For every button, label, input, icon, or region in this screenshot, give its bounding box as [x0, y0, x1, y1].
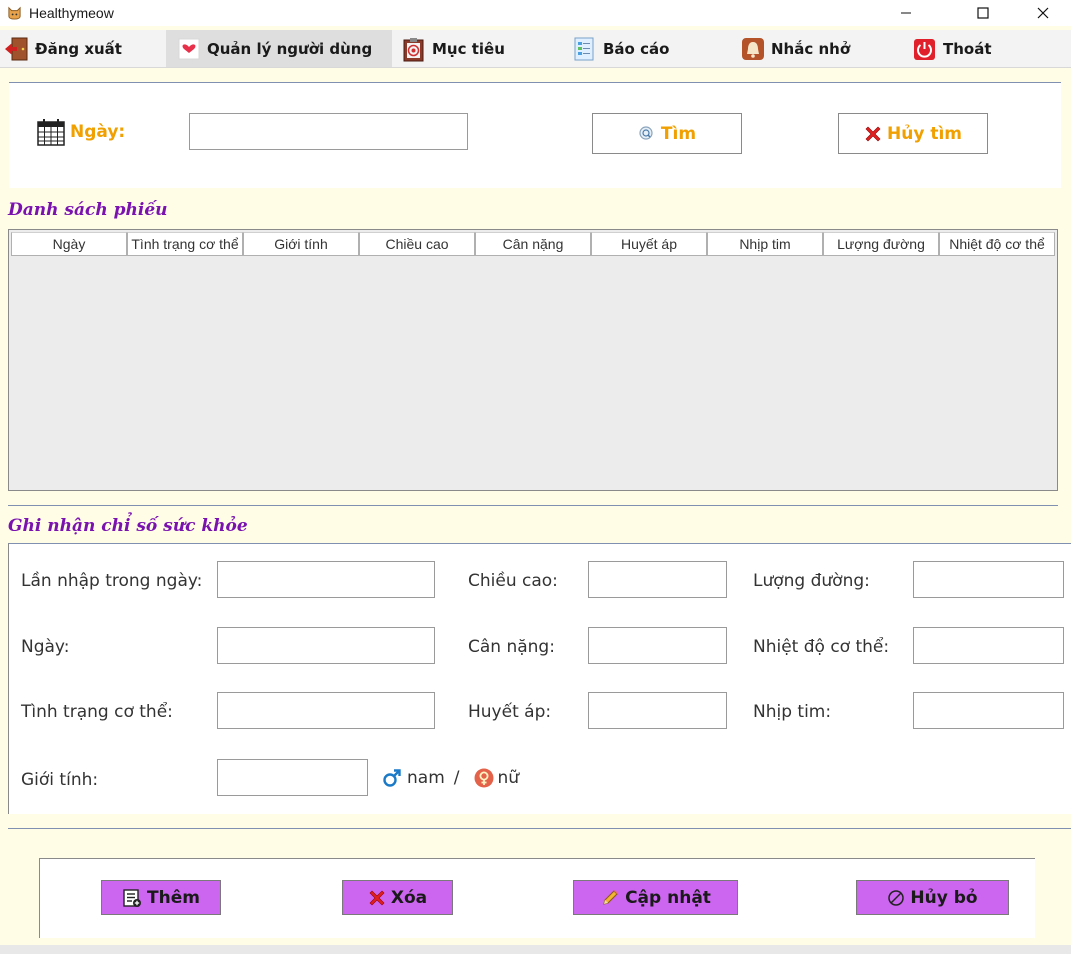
search-date-input[interactable]: [189, 113, 468, 150]
date-label: Ngày:: [21, 637, 70, 657]
height-label: Chiều cao:: [468, 571, 558, 591]
heart-rate-input[interactable]: [913, 692, 1064, 729]
bell-reminder-icon: [742, 37, 764, 60]
column-header[interactable]: Nhiệt độ cơ thể: [939, 232, 1055, 256]
column-header[interactable]: Cân nặng: [475, 232, 591, 256]
gender-input[interactable]: [217, 759, 368, 796]
cancel-button[interactable]: Hủy bỏ: [856, 880, 1009, 915]
calendar-icon: [37, 119, 65, 146]
target-clipboard-icon: [403, 37, 424, 61]
close-icon: [1037, 7, 1049, 19]
blood-sugar-label: Lượng đường:: [753, 571, 870, 591]
gender-separator: /: [453, 768, 460, 788]
heart-user-icon: [178, 38, 200, 59]
red-x-icon: [369, 890, 385, 905]
gender-label: Giới tính:: [21, 770, 99, 790]
window-title: Healthymeow: [29, 5, 114, 21]
height-input[interactable]: [588, 561, 727, 598]
maximize-button[interactable]: [960, 0, 1006, 26]
male-symbol-icon: [383, 769, 401, 787]
column-header[interactable]: Tình trạng cơ thể: [127, 232, 243, 256]
male-text: nam: [407, 768, 445, 788]
power-exit-icon: [914, 38, 935, 60]
action-panel: Thêm Xóa Cập nhật Hủy bỏ: [39, 858, 1035, 938]
column-header[interactable]: Huyết áp: [591, 232, 707, 256]
menu-bar: Đăng xuất Quản lý người dùng Mục tiêu Bá…: [0, 30, 1071, 68]
menu-item-goals[interactable]: Mục tiêu: [401, 30, 505, 67]
body-temperature-label: Nhiệt độ cơ thể:: [753, 637, 890, 657]
search-panel: Ngày: Tìm Hủy tìm: [9, 82, 1061, 188]
body-condition-label: Tình trạng cơ thể:: [21, 702, 173, 722]
menu-item-logout[interactable]: Đăng xuất: [4, 30, 122, 67]
update-button[interactable]: Cập nhật: [573, 880, 738, 915]
minimize-icon: [901, 12, 911, 14]
divider: [8, 505, 1058, 506]
date-input[interactable]: [217, 627, 435, 664]
prohibited-icon: [888, 889, 905, 906]
blood-pressure-input[interactable]: [588, 692, 727, 729]
cancel-search-button[interactable]: Hủy tìm: [838, 113, 988, 154]
records-table[interactable]: Ngày Tình trạng cơ thể Giới tính Chiều c…: [8, 229, 1058, 491]
table-header: Ngày Tình trạng cơ thể Giới tính Chiều c…: [11, 232, 1055, 256]
entry-count-input[interactable]: [217, 561, 435, 598]
window-bottom-edge: [0, 945, 1071, 954]
close-button[interactable]: [1020, 0, 1066, 26]
health-form-panel: Lần nhập trong ngày: Ngày: Tình trạng cơ…: [8, 543, 1071, 814]
red-x-icon: [865, 126, 881, 141]
blood-pressure-label: Huyết áp:: [468, 702, 552, 722]
report-document-icon: [574, 37, 594, 60]
menu-item-user-management[interactable]: Quản lý người dùng: [166, 30, 392, 67]
form-section-title: Ghi nhận chỉ số sức khỏe: [8, 516, 248, 536]
blood-sugar-input[interactable]: [913, 561, 1064, 598]
body-temperature-input[interactable]: [913, 627, 1064, 664]
weight-input[interactable]: [588, 627, 727, 664]
divider: [8, 828, 1071, 829]
pencil-icon: [603, 889, 619, 905]
minimize-button[interactable]: [883, 0, 929, 26]
list-section-title: Danh sách phiếu: [8, 200, 168, 220]
add-form-icon: [123, 888, 142, 907]
column-header[interactable]: Nhịp tim: [707, 232, 823, 256]
column-header[interactable]: Chiều cao: [359, 232, 475, 256]
female-text: nữ: [497, 768, 520, 788]
menu-item-reports[interactable]: Báo cáo: [572, 30, 669, 67]
menu-item-reminders[interactable]: Nhắc nhở: [740, 30, 850, 67]
logout-door-icon: [5, 37, 28, 60]
magnifier-icon: [639, 125, 653, 140]
delete-button[interactable]: Xóa: [342, 880, 453, 915]
maximize-icon: [977, 7, 989, 19]
entry-count-label: Lần nhập trong ngày:: [21, 571, 203, 591]
cat-icon: [8, 6, 21, 20]
female-symbol-icon: [474, 768, 493, 788]
add-button[interactable]: Thêm: [101, 880, 221, 915]
menu-item-exit[interactable]: Thoát: [912, 30, 992, 67]
body-condition-input[interactable]: [217, 692, 435, 729]
column-header[interactable]: Ngày: [11, 232, 127, 256]
column-header[interactable]: Giới tính: [243, 232, 359, 256]
column-header[interactable]: Lượng đường: [823, 232, 939, 256]
title-bar: Healthymeow: [0, 0, 1071, 26]
search-date-label: Ngày:: [70, 122, 126, 142]
gender-hint: nam / nữ: [382, 768, 519, 788]
search-button[interactable]: Tìm: [592, 113, 742, 154]
weight-label: Cân nặng:: [468, 637, 555, 657]
heart-rate-label: Nhịp tim:: [753, 702, 832, 722]
